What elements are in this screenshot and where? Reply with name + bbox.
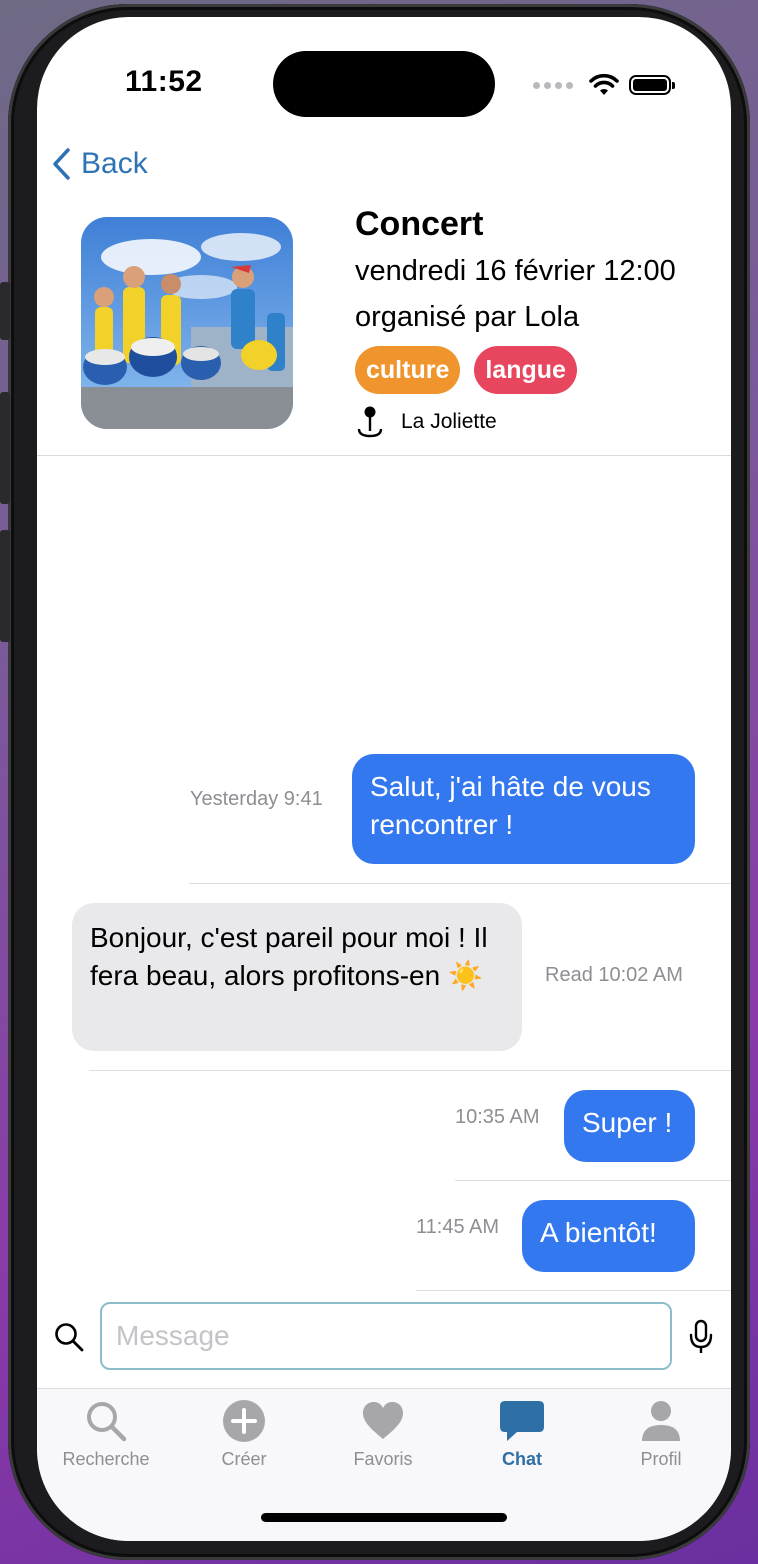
event-title: Concert [355,205,484,243]
tab-label: Chat [502,1449,542,1469]
back-label: Back [81,147,148,180]
event-location[interactable]: La Joliette [355,405,497,439]
message-bubble-outgoing[interactable]: Super ! [564,1090,695,1162]
tab-label: Profil [640,1449,682,1469]
chevron-left-icon [53,148,70,180]
message-timestamp: 11:45 AM [416,1216,500,1238]
heart-icon [363,1402,403,1439]
message-read-status: Read 10:02 AM [545,964,683,986]
wifi-icon [589,73,619,95]
event-photo [81,217,293,429]
tab-label: Favoris [353,1449,413,1469]
message-bubble-incoming[interactable]: Bonjour, c'est pareil pour moi ! Il fera… [72,903,522,1051]
message-bubble-outgoing[interactable]: A bientôt! [522,1200,695,1272]
volume-up-button [0,392,10,504]
message-divider [189,883,731,884]
tab-chat[interactable]: Chat [462,1399,582,1470]
status-icons [533,71,675,99]
signal-dots-icon [533,81,573,89]
search-icon[interactable] [53,1321,85,1353]
message-divider [455,1180,731,1181]
message-bubble-outgoing[interactable]: Salut, j'ai hâte de vous rencontrer ! [352,754,695,864]
volume-down-button [0,530,10,642]
battery-icon [629,75,675,95]
header-divider [37,455,731,456]
back-button[interactable]: Back [51,147,148,181]
search-icon [87,1402,127,1442]
plus-circle-icon [223,1400,265,1442]
tab-recherche[interactable]: Recherche [46,1399,166,1470]
tab-profil[interactable]: Profil [601,1399,721,1470]
tab-label: Recherche [62,1449,150,1469]
event-date: vendredi 16 février 12:00 [355,255,676,287]
tab-label: Créer [221,1449,267,1469]
map-pin-icon [357,406,383,438]
chat-bubble-icon [500,1401,544,1441]
location-label: La Joliette [401,410,497,433]
message-timestamp: 10:35 AM [455,1106,540,1128]
tag-culture[interactable]: culture [355,346,461,394]
home-indicator[interactable] [261,1513,507,1522]
message-divider [416,1290,731,1291]
composer [37,1299,731,1379]
person-icon [642,1401,680,1441]
tab-favoris[interactable]: Favoris [323,1399,443,1470]
event-organizer: organisé par Lola [355,301,580,333]
event-tags: culture langue [355,346,577,394]
tag-langue[interactable]: langue [474,346,577,394]
message-divider [89,1070,731,1071]
message-input[interactable] [100,1302,672,1370]
action-button [0,282,10,340]
tab-creer[interactable]: Créer [184,1399,304,1470]
status-time: 11:52 [125,65,203,98]
message-timestamp: Yesterday 9:41 [190,788,323,810]
screen: 11:52 Back Concert vendredi 16 février 1… [37,17,731,1541]
dynamic-island [273,51,495,117]
microphone-icon[interactable] [689,1319,713,1355]
